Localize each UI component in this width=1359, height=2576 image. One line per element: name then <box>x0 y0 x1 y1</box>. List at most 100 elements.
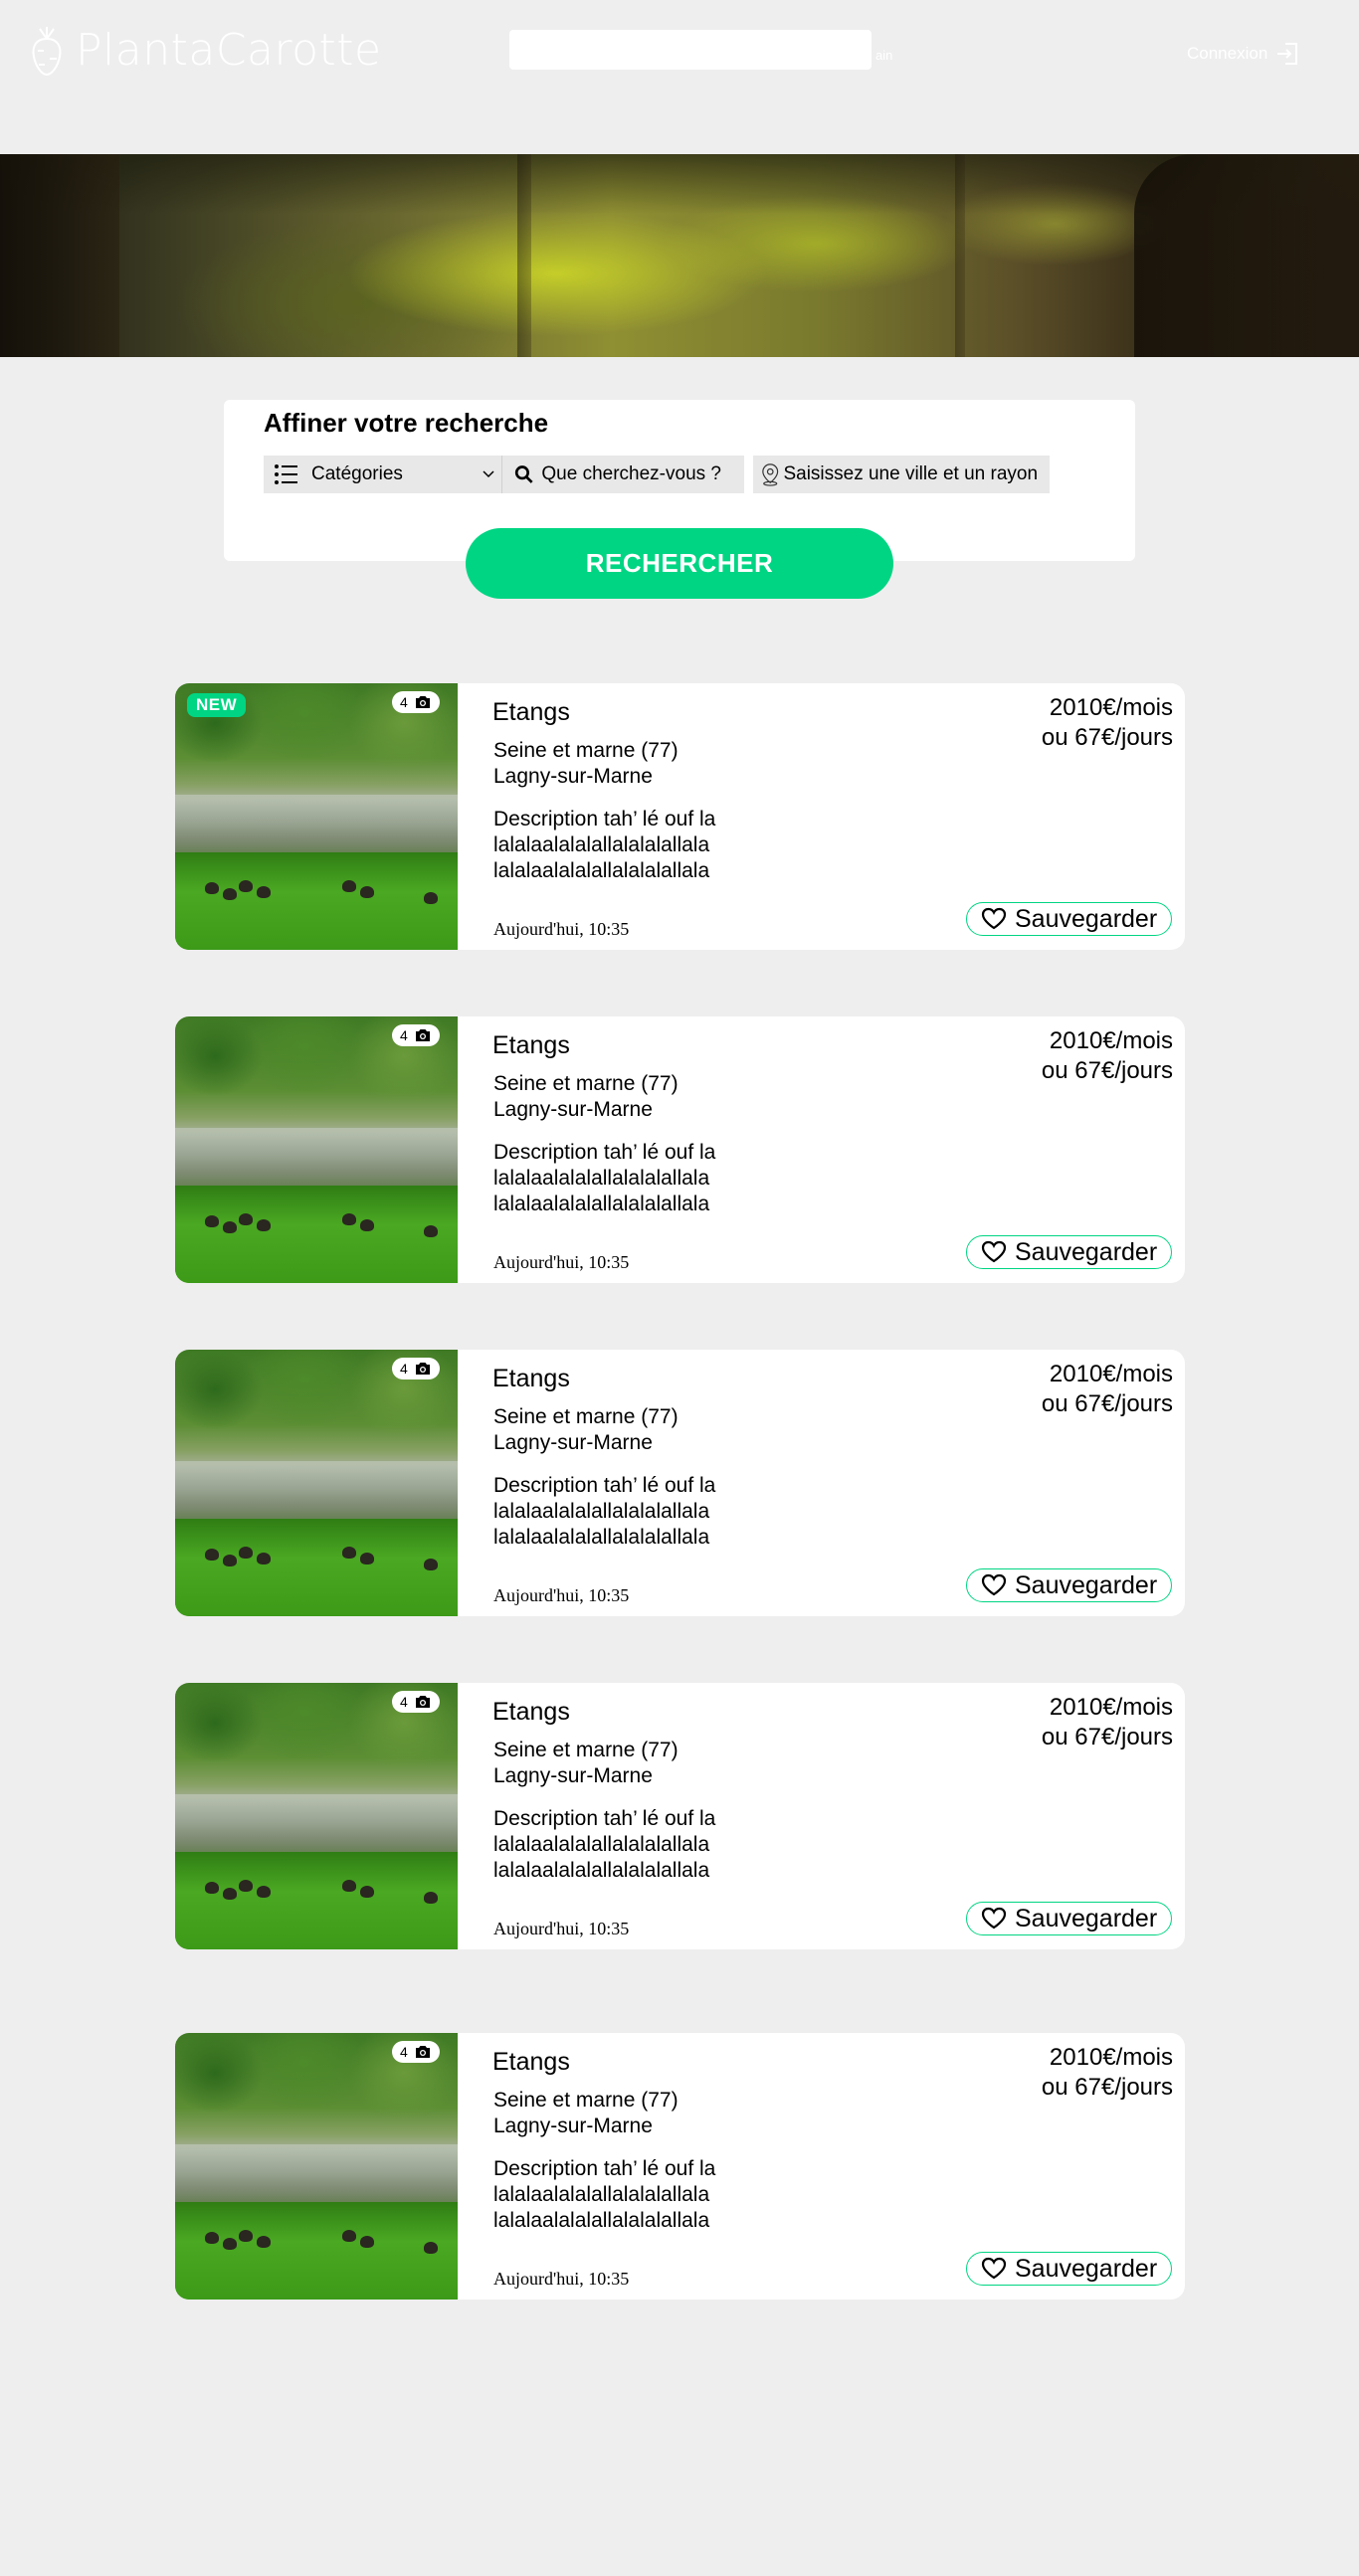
camera-icon <box>415 1029 430 1041</box>
listing-title[interactable]: Etangs <box>492 1365 570 1393</box>
category-label: Catégories <box>311 463 403 484</box>
heart-icon <box>981 1240 1007 1263</box>
listing-price: 2010€/mois ou 67€/jours <box>1042 1693 1173 1752</box>
listing-title[interactable]: Etangs <box>492 698 570 727</box>
duck-shape <box>223 888 237 900</box>
listing-region: Seine et marne (77) <box>493 2089 679 2112</box>
duck-shape <box>239 1547 253 1559</box>
listing-description: Description tah’ lé ouf la lalalaalalala… <box>493 808 716 882</box>
duck-shape <box>424 2242 438 2254</box>
listing-city: Lagny-sur-Marne <box>493 1764 653 1787</box>
photo-count-value: 4 <box>400 1361 408 1377</box>
location-field[interactable] <box>753 456 1050 493</box>
save-button[interactable]: Sauvegarder <box>966 1902 1172 1935</box>
duck-shape <box>360 2236 374 2248</box>
price-month: 2010€/mois <box>1049 2044 1173 2071</box>
save-label: Sauvegarder <box>1015 2254 1158 2283</box>
listing-price: 2010€/mois ou 67€/jours <box>1042 2043 1173 2103</box>
duck-shape <box>223 2238 237 2250</box>
save-button[interactable]: Sauvegarder <box>966 902 1172 936</box>
category-dropdown[interactable]: Catégories <box>264 456 502 493</box>
listing-city: Lagny-sur-Marne <box>493 765 653 788</box>
photo-count: 4 <box>392 1024 440 1046</box>
duck-shape <box>257 1219 271 1231</box>
duck-shape <box>223 1555 237 1566</box>
photo-count-value: 4 <box>400 694 408 710</box>
photo-count-value: 4 <box>400 1027 408 1043</box>
duck-shape <box>360 886 374 898</box>
camera-icon <box>415 2046 430 2058</box>
save-button[interactable]: Sauvegarder <box>966 2252 1172 2286</box>
listing-card[interactable]: NEW 4 Etangs Seine et marne (77) Lagny-s… <box>175 683 1185 950</box>
listing-city: Lagny-sur-Marne <box>493 2115 653 2137</box>
duck-shape <box>424 1225 438 1237</box>
listing-photo[interactable]: NEW 4 <box>175 683 458 950</box>
login-link[interactable]: Connexion <box>1187 40 1301 68</box>
brand-logo[interactable]: PlantaCarotte <box>28 25 382 77</box>
save-button[interactable]: Sauvegarder <box>966 1568 1172 1602</box>
listing-photo[interactable]: 4 <box>175 2033 458 2300</box>
listing-date: Aujourd'hui, 10:35 <box>493 1585 630 1605</box>
site-header: PlantaCarotte ain Connexion <box>0 0 1359 154</box>
listing-title[interactable]: Etangs <box>492 1698 570 1727</box>
listing-card[interactable]: 4 Etangs Seine et marne (77) Lagny-sur-M… <box>175 1683 1185 1949</box>
listing-region: Seine et marne (77) <box>493 1739 679 1761</box>
search-button[interactable]: RECHERCHER <box>466 528 893 599</box>
header-search-input[interactable] <box>509 30 872 70</box>
location-input[interactable] <box>783 463 1050 485</box>
search-icon <box>514 465 533 483</box>
listing-price: 2010€/mois ou 67€/jours <box>1042 1026 1173 1086</box>
listing-card[interactable]: 4 Etangs Seine et marne (77) Lagny-sur-M… <box>175 2033 1185 2300</box>
listing-date: Aujourd'hui, 10:35 <box>493 919 630 939</box>
carrot-logo-icon <box>32 27 62 77</box>
duck-shape <box>342 2230 356 2242</box>
hero-tree-trunk <box>0 154 119 357</box>
listing-card[interactable]: 4 Etangs Seine et marne (77) Lagny-sur-M… <box>175 1350 1185 1616</box>
listing-title[interactable]: Etangs <box>492 2048 570 2077</box>
duck-shape <box>342 1213 356 1225</box>
duck-shape <box>239 1213 253 1225</box>
photo-grass <box>175 1852 458 1949</box>
photo-water <box>175 2144 458 2204</box>
listing-photo[interactable]: 4 <box>175 1016 458 1283</box>
duck-shape <box>257 1553 271 1564</box>
keyword-field[interactable] <box>502 456 744 493</box>
duck-shape <box>342 1880 356 1892</box>
duck-shape <box>205 882 219 894</box>
listing-description: Description tah’ lé ouf la lalalaalalala… <box>493 1807 716 1882</box>
camera-icon <box>415 1363 430 1375</box>
listing-photo[interactable]: 4 <box>175 1683 458 1949</box>
heart-icon <box>981 907 1007 930</box>
listing-title[interactable]: Etangs <box>492 1031 570 1060</box>
photo-count-value: 4 <box>400 1694 408 1710</box>
save-label: Sauvegarder <box>1015 1237 1158 1266</box>
listing-price: 2010€/mois ou 67€/jours <box>1042 1360 1173 1419</box>
camera-icon <box>415 1696 430 1708</box>
listing-card[interactable]: 4 Etangs Seine et marne (77) Lagny-sur-M… <box>175 1016 1185 1283</box>
listing-region: Seine et marne (77) <box>493 1405 679 1428</box>
duck-shape <box>239 880 253 892</box>
photo-count: 4 <box>392 2041 440 2063</box>
save-button[interactable]: Sauvegarder <box>966 1235 1172 1269</box>
listing-photo[interactable]: 4 <box>175 1350 458 1616</box>
photo-count: 4 <box>392 691 440 713</box>
duck-shape <box>257 2236 271 2248</box>
price-month: 2010€/mois <box>1049 1361 1173 1387</box>
photo-count: 4 <box>392 1691 440 1713</box>
price-month: 2010€/mois <box>1049 1027 1173 1054</box>
keyword-input[interactable] <box>541 463 744 485</box>
duck-shape <box>239 1880 253 1892</box>
heart-icon <box>981 1573 1007 1596</box>
save-label: Sauvegarder <box>1015 1570 1158 1599</box>
duck-shape <box>424 1559 438 1570</box>
duck-shape <box>360 1219 374 1231</box>
duck-shape <box>360 1886 374 1898</box>
duck-shape <box>205 1882 219 1894</box>
listing-city: Lagny-sur-Marne <box>493 1098 653 1121</box>
price-day: ou 67€/jours <box>1041 1724 1173 1750</box>
save-label: Sauvegarder <box>1015 1904 1158 1932</box>
photo-grass <box>175 1186 458 1283</box>
location-pin-icon <box>762 463 779 486</box>
duck-shape <box>239 2230 253 2242</box>
duck-shape <box>205 1215 219 1227</box>
